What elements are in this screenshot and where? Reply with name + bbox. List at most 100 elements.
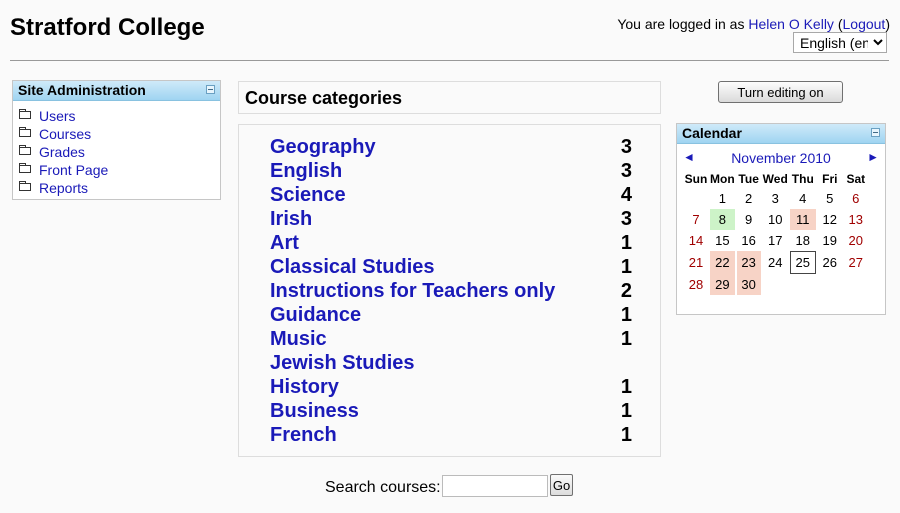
calendar-weekday: Sun [684,172,708,186]
login-prefix: You are logged in as [617,16,749,32]
admin-item-reports[interactable]: Reports [19,179,220,197]
category-link[interactable]: Art [270,232,299,254]
category-row: Art 1 [270,231,632,255]
logout-link[interactable]: Logout [843,16,886,32]
category-name-cell: Music [270,327,618,351]
category-link[interactable]: Business [270,400,359,422]
admin-item-label[interactable]: Grades [39,143,85,161]
calendar-day[interactable]: 1 [710,188,735,209]
calendar-empty-cell [790,274,816,295]
calendar-weekday: Mon [710,172,735,186]
collapse-icon[interactable] [206,85,215,94]
calendar-day[interactable]: 19 [818,230,842,251]
category-course-count: 3 [620,207,632,230]
admin-item-label[interactable]: Reports [39,179,88,197]
course-categories-heading: Course categories [238,81,661,114]
calendar-weekday: Wed [762,172,788,186]
category-name-cell: Jewish Studies [270,351,618,375]
site-administration-title: Site Administration [18,82,146,98]
login-info: You are logged in as Helen O Kelly (Logo… [617,16,890,32]
calendar-day[interactable]: 18 [790,230,816,251]
calendar-week-row: 28 29 30 [684,274,868,295]
calendar-title: Calendar [682,125,742,141]
category-link[interactable]: Guidance [270,304,361,326]
calendar-today[interactable]: 25 [789,251,816,274]
calendar-day[interactable]: 4 [790,188,816,209]
category-link[interactable]: Music [270,328,327,350]
category-link[interactable]: English [270,160,342,182]
category-name-cell: Business [270,399,618,423]
admin-item-front-page[interactable]: Front Page [19,161,220,179]
user-profile-link[interactable]: Helen O Kelly [748,16,834,32]
category-row: History 1 [270,375,632,399]
calendar-day[interactable]: 22 [710,251,735,274]
category-link[interactable]: Geography [270,136,376,158]
calendar-day[interactable]: 16 [737,230,761,251]
category-link[interactable]: Irish [270,208,312,230]
calendar-day[interactable]: 15 [710,230,735,251]
calendar-day[interactable]: 7 [684,209,708,230]
calendar-empty-cell [684,188,708,209]
folder-icon [19,145,31,155]
calendar-block: Calendar ◄ November 2010 ► Sun Mon Tue Wed T… [676,123,886,315]
category-link[interactable]: Classical Studies [270,256,435,278]
calendar-day[interactable]: 13 [844,209,868,230]
calendar-day[interactable]: 5 [818,188,842,209]
category-course-count: 1 [620,375,632,398]
calendar-month-link[interactable]: November 2010 [677,150,885,166]
category-name-cell: Geography [270,135,618,159]
category-course-count: 1 [620,327,632,350]
calendar-day[interactable]: 26 [818,251,842,274]
admin-item-grades[interactable]: Grades [19,143,220,161]
calendar-days: 1 2 3 4 5 6 7 8 9 10 11 12 13 14 15 16 17 18 19 20 21 22 23 24 2… [684,188,868,295]
calendar-day[interactable]: 23 [736,251,761,274]
folder-icon [19,181,31,191]
category-link[interactable]: Science [270,184,346,206]
calendar-day[interactable]: 10 [763,209,788,230]
category-link[interactable]: Jewish Studies [270,352,415,374]
calendar-day[interactable]: 12 [818,209,842,230]
category-link[interactable]: History [270,376,339,398]
calendar-day[interactable]: 24 [763,251,788,274]
admin-item-label[interactable]: Users [39,107,76,125]
calendar-day[interactable]: 6 [844,188,868,209]
calendar-day[interactable]: 9 [737,209,761,230]
search-courses-label: Search courses: [325,479,441,496]
calendar-empty-cell [844,274,868,295]
category-course-count: 1 [620,231,632,254]
search-courses-input[interactable] [442,475,548,497]
language-select[interactable]: English (en) [793,32,887,53]
calendar-day[interactable]: 2 [737,188,761,209]
site-administration-header: Site Administration [13,81,220,101]
admin-item-users[interactable]: Users [19,107,220,125]
admin-item-courses[interactable]: Courses [19,125,220,143]
next-month-icon[interactable]: ► [867,150,879,164]
calendar-day[interactable]: 14 [684,230,708,251]
calendar-day[interactable]: 27 [844,251,868,274]
category-link[interactable]: Instructions for Teachers only [270,280,555,302]
calendar-day[interactable]: 3 [763,188,788,209]
calendar-day[interactable]: 29 [710,274,735,295]
search-go-button[interactable]: Go [550,474,573,496]
category-row: Science 4 [270,183,632,207]
category-name-cell: Classical Studies [270,255,618,279]
collapse-icon[interactable] [871,128,880,137]
admin-item-label[interactable]: Courses [39,125,91,143]
category-course-count: 2 [620,279,632,302]
calendar-day[interactable]: 17 [763,230,788,251]
calendar-day[interactable]: 20 [844,230,868,251]
category-name-cell: Instructions for Teachers only [270,279,618,303]
calendar-day[interactable]: 30 [736,274,761,295]
category-course-count: 3 [620,135,632,158]
calendar-day[interactable]: 8 [710,209,735,230]
category-link[interactable]: French [270,424,337,446]
calendar-week-row: 123456 [684,188,868,209]
category-row: Irish 3 [270,207,632,231]
category-row: Jewish Studies [270,351,632,375]
calendar-day[interactable]: 11 [789,209,816,230]
calendar-empty-cell [818,274,842,295]
calendar-day[interactable]: 21 [684,251,708,274]
turn-editing-on-button[interactable]: Turn editing on [718,81,843,103]
calendar-day[interactable]: 28 [684,274,708,295]
admin-item-label[interactable]: Front Page [39,161,108,179]
